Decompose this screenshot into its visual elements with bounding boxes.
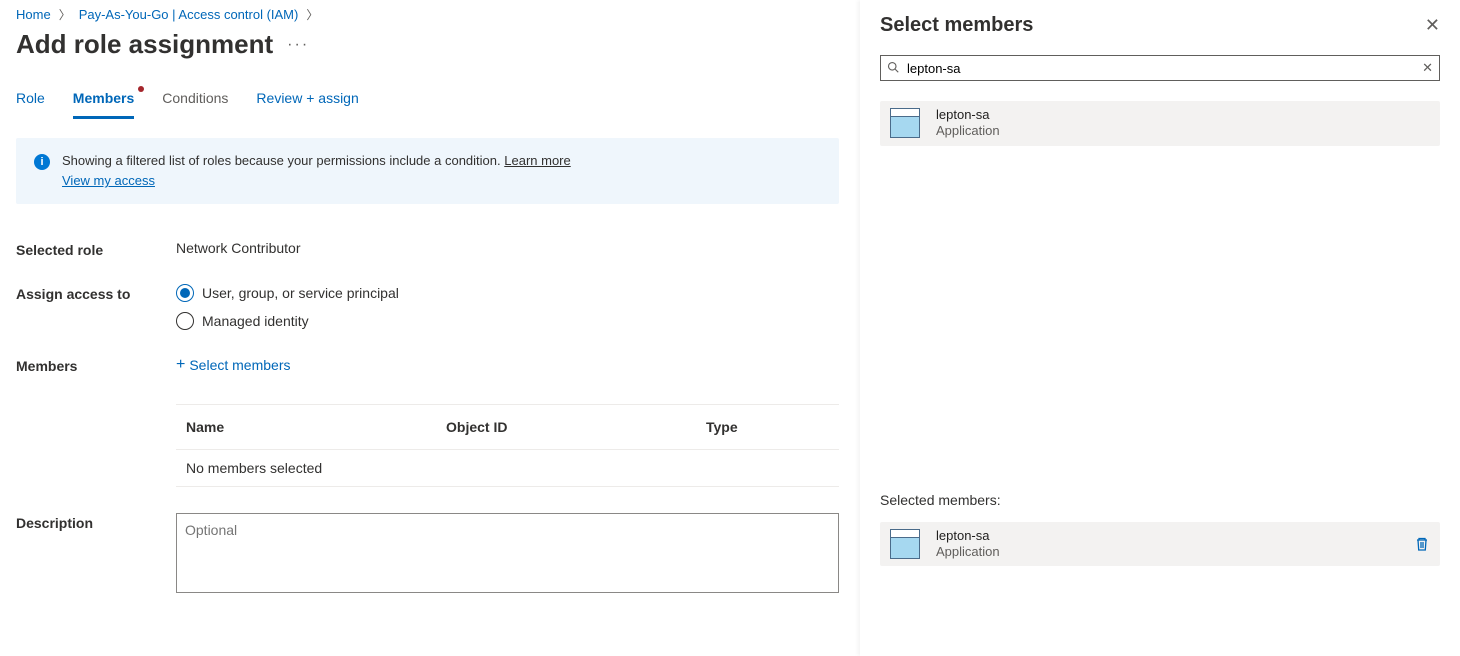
result-name: lepton-sa	[936, 107, 1000, 123]
assign-access-label: Assign access to	[16, 284, 176, 302]
search-icon	[887, 61, 899, 76]
more-menu-icon[interactable]: ···	[287, 36, 309, 54]
breadcrumb-home[interactable]: Home	[16, 7, 51, 22]
result-type: Application	[936, 123, 1000, 139]
radio-managed-identity[interactable]: Managed identity	[176, 312, 839, 330]
description-input[interactable]	[176, 513, 839, 593]
select-members-link[interactable]: + Select members	[176, 356, 291, 374]
tab-members[interactable]: Members	[73, 90, 134, 119]
view-my-access-link[interactable]: View my access	[62, 172, 571, 190]
main-content: Home 〉 Pay-As-You-Go | Access control (I…	[0, 0, 855, 596]
tab-bar: Role Members Conditions Review + assign	[16, 90, 839, 118]
page-title-row: Add role assignment ···	[16, 29, 839, 60]
selected-members-header: Selected members:	[880, 492, 1440, 508]
search-results: lepton-sa Application	[880, 101, 1440, 146]
panel-title: Select members	[880, 14, 1033, 37]
tab-conditions[interactable]: Conditions	[162, 90, 228, 118]
col-type-header: Type	[706, 419, 829, 435]
chevron-right-icon: 〉	[306, 6, 318, 23]
selected-role-value: Network Contributor	[176, 240, 839, 256]
clear-icon[interactable]: ✕	[1422, 60, 1433, 76]
selected-role-label: Selected role	[16, 240, 176, 258]
learn-more-link[interactable]: Learn more	[504, 153, 570, 168]
chevron-right-icon: 〉	[59, 6, 71, 23]
table-row-empty: No members selected	[176, 450, 839, 487]
result-item[interactable]: lepton-sa Application	[880, 101, 1440, 146]
description-label: Description	[16, 513, 176, 531]
info-banner: i Showing a filtered list of roles becau…	[16, 138, 839, 204]
members-label: Members	[16, 356, 176, 374]
close-icon[interactable]: ✕	[1425, 15, 1440, 36]
selected-item: lepton-sa Application	[880, 522, 1440, 567]
member-search[interactable]: ✕	[880, 55, 1440, 81]
selected-name: lepton-sa	[936, 528, 1000, 544]
member-search-input[interactable]	[903, 61, 1422, 76]
page-title: Add role assignment	[16, 29, 273, 60]
radio-user-group-sp[interactable]: User, group, or service principal	[176, 284, 839, 302]
col-name-header: Name	[186, 419, 446, 435]
tab-review[interactable]: Review + assign	[256, 90, 358, 118]
tab-role[interactable]: Role	[16, 90, 45, 118]
radio-icon	[176, 284, 194, 302]
members-table: Name Object ID Type No members selected	[176, 404, 839, 487]
col-object-id-header: Object ID	[446, 419, 706, 435]
plus-icon: +	[176, 356, 185, 374]
info-message: Showing a filtered list of roles because…	[62, 152, 571, 190]
selected-type: Application	[936, 544, 1000, 560]
select-members-panel: Select members ✕ ✕ lepton-sa Application…	[860, 0, 1460, 656]
tab-indicator-dot-icon	[138, 86, 144, 92]
remove-icon[interactable]	[1414, 536, 1430, 552]
breadcrumb-scope[interactable]: Pay-As-You-Go | Access control (IAM)	[79, 7, 299, 22]
selected-members-list: lepton-sa Application	[880, 522, 1440, 567]
info-icon: i	[34, 154, 50, 170]
radio-icon	[176, 312, 194, 330]
assign-access-radio-group: User, group, or service principal Manage…	[176, 284, 839, 330]
application-icon	[890, 529, 920, 559]
application-icon	[890, 108, 920, 138]
breadcrumb: Home 〉 Pay-As-You-Go | Access control (I…	[16, 6, 839, 23]
form: Selected role Network Contributor Assign…	[16, 240, 839, 596]
